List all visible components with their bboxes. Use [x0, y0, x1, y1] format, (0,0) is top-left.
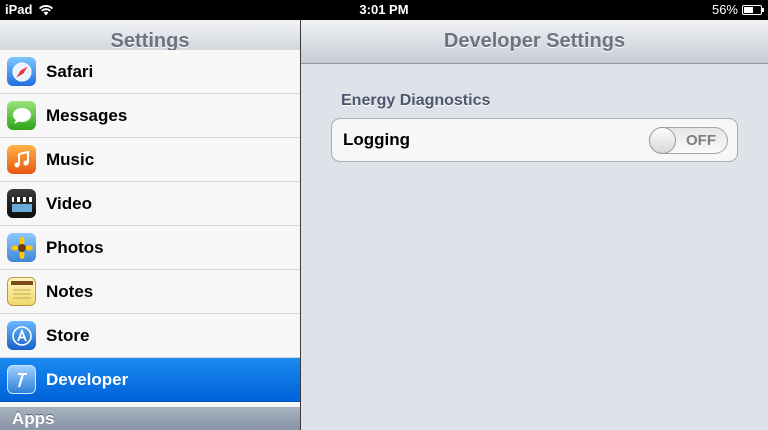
photos-icon: [7, 233, 36, 262]
sidebar-item-label: Safari: [46, 61, 94, 81]
group-title: Energy Diagnostics: [341, 92, 491, 109]
status-bar: iPad 3:01 PM 56%: [0, 0, 768, 20]
sidebar-item-video[interactable]: Video: [0, 182, 300, 226]
sidebar-item-developer[interactable]: Developer: [0, 358, 300, 402]
sidebar-item-label: Music: [46, 149, 95, 169]
battery-percent: 56%: [711, 2, 738, 17]
sidebar-item-label: Video: [46, 193, 92, 213]
video-icon: [7, 189, 36, 218]
toggle-state: OFF: [686, 132, 716, 149]
sidebar-item-photos[interactable]: Photos: [0, 226, 300, 270]
sidebar-item-label: Photos: [46, 237, 104, 257]
notes-icon: [7, 277, 36, 306]
sidebar-item-safari[interactable]: Safari: [0, 50, 300, 94]
clock: 3:01 PM: [359, 2, 409, 17]
sidebar-item-label: Messages: [46, 105, 128, 125]
sidebar-item-label: Notes: [46, 281, 94, 301]
logging-toggle[interactable]: OFF: [649, 127, 728, 154]
logging-label: Logging: [343, 130, 411, 149]
sidebar-item-store[interactable]: Store: [0, 314, 300, 358]
music-icon: [7, 145, 36, 174]
store-icon: [7, 321, 36, 350]
developer-icon: [7, 365, 36, 394]
sidebar-item-music[interactable]: Music: [0, 138, 300, 182]
safari-icon: [7, 57, 36, 86]
battery-icon: [742, 4, 764, 15]
settings-pane: Settings Safari Messages Music Video Pho…: [0, 20, 300, 430]
detail-pane: Developer Settings Energy Diagnostics Lo…: [301, 20, 768, 430]
sidebar-item-messages[interactable]: Messages: [0, 94, 300, 138]
logging-cell: Logging OFF: [331, 118, 738, 162]
toggle-knob: [649, 127, 676, 154]
section-header-apps: Apps: [0, 407, 300, 430]
page-title: Developer Settings: [301, 20, 768, 64]
sidebar-item-label: Developer: [46, 369, 129, 389]
sidebar-item-label: Store: [46, 325, 90, 345]
messages-icon: [7, 101, 36, 130]
sidebar-item-notes[interactable]: Notes: [0, 270, 300, 314]
